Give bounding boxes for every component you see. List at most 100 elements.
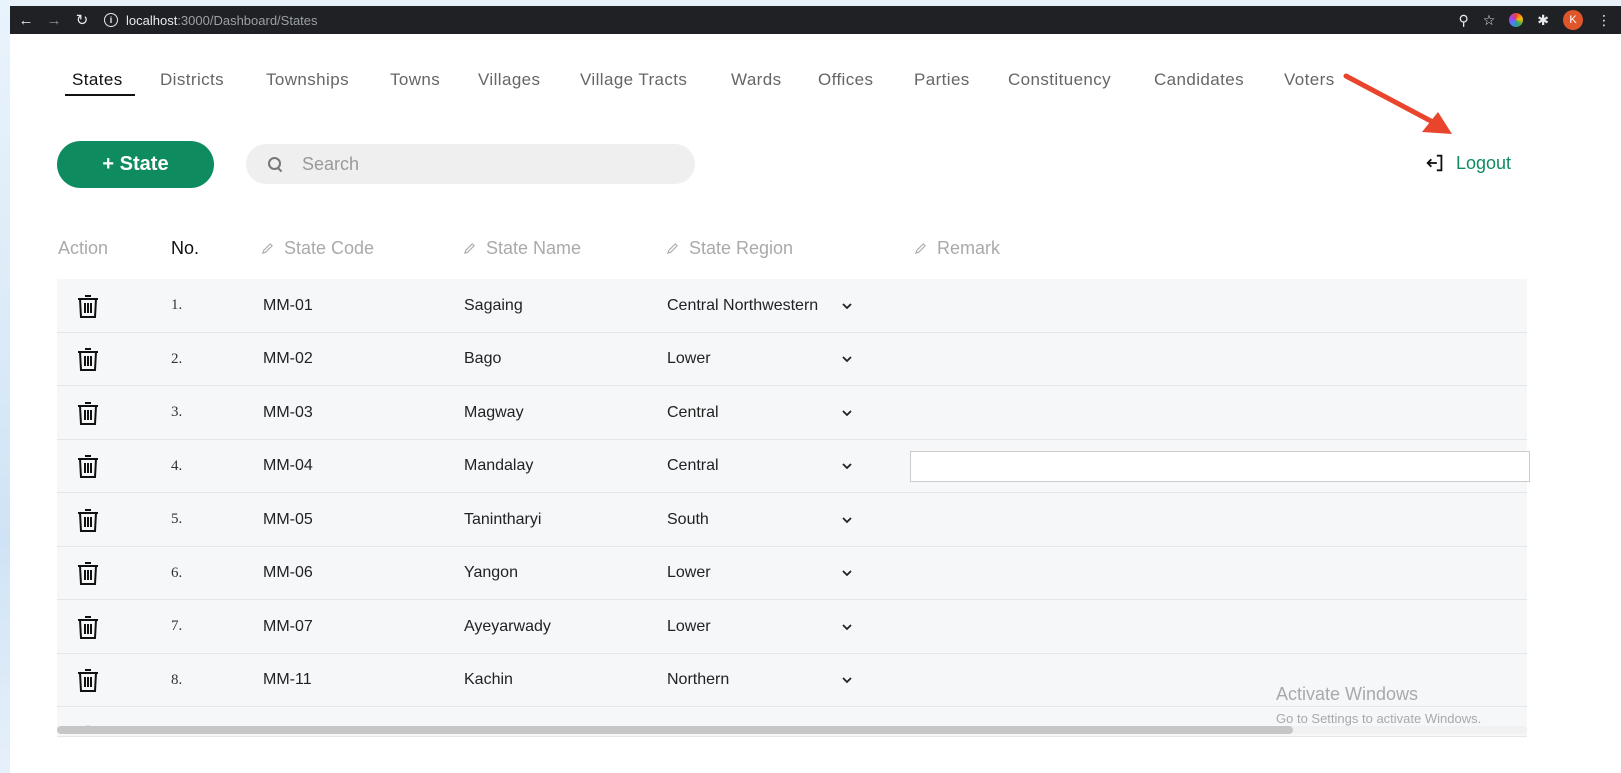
chevron-down-icon[interactable] [841, 654, 853, 707]
reload-icon[interactable]: ↻ [70, 8, 94, 32]
back-arrow-icon[interactable]: ← [14, 8, 38, 32]
state-code-cell[interactable]: MM-04 [263, 440, 313, 493]
header-state-region[interactable]: State Region [666, 238, 793, 259]
remark-input[interactable] [910, 450, 1530, 482]
header-state-code[interactable]: State Code [261, 238, 374, 259]
state-name-cell[interactable]: Sagaing [464, 279, 523, 332]
page-right-margin [1568, 34, 1621, 773]
state-region-select[interactable]: Central [667, 386, 719, 439]
delete-button[interactable] [76, 279, 100, 332]
chevron-down-icon[interactable] [841, 440, 853, 493]
address-bar[interactable]: i localhost:3000/Dashboard/States [104, 9, 318, 31]
delete-button[interactable] [76, 440, 100, 493]
tab-parties[interactable]: Parties [914, 70, 970, 90]
horizontal-scrollbar-thumb[interactable] [57, 726, 1293, 734]
state-region-select[interactable]: Northern [667, 654, 729, 707]
header-remark[interactable]: Remark [914, 238, 1000, 259]
delete-button[interactable] [76, 600, 100, 653]
header-no: No. [171, 238, 199, 259]
browser-menu-icon[interactable]: ⋮ [1597, 12, 1611, 29]
state-code-cell[interactable]: MM-01 [263, 279, 313, 332]
edit-pencil-icon [666, 243, 678, 255]
header-state-name[interactable]: State Name [463, 238, 581, 259]
search-input[interactable] [302, 153, 662, 175]
state-name-cell[interactable]: Yangon [464, 547, 518, 600]
state-code-cell[interactable]: MM-06 [263, 547, 313, 600]
state-name-cell[interactable]: Ayeyarwady [464, 600, 551, 653]
state-name-cell[interactable]: Tanintharyi [464, 493, 541, 546]
tab-offices[interactable]: Offices [818, 70, 873, 90]
header-state-code-label: State Code [284, 238, 375, 258]
tab-constituency[interactable]: Constituency [1008, 70, 1111, 90]
url-host: localhost [126, 12, 178, 28]
tab-bar: States Districts Townships Towns Village… [10, 34, 1568, 124]
trash-icon [78, 508, 98, 532]
chevron-down-icon[interactable] [841, 547, 853, 600]
state-code-cell[interactable]: MM-02 [263, 333, 313, 386]
profile-avatar[interactable]: K [1563, 10, 1583, 30]
state-region-select[interactable]: Lower [667, 547, 711, 600]
table-row: 1. MM-01 Sagaing Central Northwestern [57, 279, 1527, 333]
tab-towns[interactable]: Towns [390, 70, 440, 90]
trash-icon [78, 562, 98, 585]
row-number: 8. [171, 671, 183, 688]
delete-button[interactable] [76, 654, 100, 707]
table-row: 4. MM-04 Mandalay Central [57, 439, 1530, 493]
bookmark-star-icon[interactable]: ☆ [1483, 12, 1496, 29]
watermark-subtitle: Go to Settings to activate Windows. [1276, 711, 1482, 726]
trash-icon [78, 348, 98, 371]
state-name-cell[interactable]: Magway [464, 386, 524, 439]
header-remark-label: Remark [937, 238, 1001, 258]
zoom-icon[interactable]: ⚲ [1458, 12, 1468, 29]
header-state-region-label: State Region [689, 238, 794, 258]
state-name-cell[interactable]: Mandalay [464, 440, 533, 493]
trash-icon [78, 615, 98, 639]
state-region-select[interactable]: Lower [667, 333, 711, 386]
state-code-cell[interactable]: MM-03 [263, 386, 313, 439]
state-name-cell[interactable]: Bago [464, 333, 501, 386]
chevron-down-icon[interactable] [841, 279, 853, 332]
delete-button[interactable] [76, 547, 100, 600]
row-number: 4. [171, 457, 183, 474]
row-number: 1. [171, 297, 183, 313]
tab-wards[interactable]: Wards [731, 70, 782, 90]
search-box[interactable] [246, 144, 695, 184]
site-info-icon[interactable]: i [104, 13, 118, 27]
header-state-name-label: State Name [486, 238, 582, 258]
chevron-down-icon[interactable] [841, 600, 853, 653]
logout-icon [1426, 154, 1443, 172]
state-region-select[interactable]: Central Northwestern [667, 279, 818, 332]
tab-village-tracts[interactable]: Village Tracts [580, 70, 687, 90]
state-code-cell[interactable]: MM-11 [263, 654, 312, 707]
trash-icon [78, 455, 98, 478]
tab-villages[interactable]: Villages [478, 70, 540, 90]
extensions-puzzle-icon[interactable]: ✱ [1537, 12, 1549, 29]
trash-icon [78, 401, 98, 425]
tab-candidates[interactable]: Candidates [1154, 70, 1244, 90]
tab-states[interactable]: States [72, 70, 123, 90]
delete-button[interactable] [76, 333, 100, 386]
state-name-cell[interactable]: Kachin [464, 654, 513, 707]
dashboard-page: States Districts Townships Towns Village… [10, 34, 1568, 773]
row-number: 5. [171, 511, 183, 527]
table-row: 7. MM-07 Ayeyarwady Lower [57, 600, 1527, 654]
state-code-cell[interactable]: MM-05 [263, 493, 313, 546]
forward-arrow-icon[interactable]: → [42, 8, 66, 32]
chevron-down-icon[interactable] [841, 333, 853, 386]
state-region-select[interactable]: Central [667, 440, 719, 493]
chevron-down-icon[interactable] [841, 386, 853, 439]
color-extension-icon[interactable] [1509, 13, 1524, 27]
state-region-select[interactable]: Lower [667, 600, 711, 653]
logout-button[interactable]: Logout [1424, 152, 1511, 174]
state-code-cell[interactable]: MM-07 [263, 600, 313, 653]
tab-districts[interactable]: Districts [160, 70, 224, 90]
activate-windows-watermark: Activate Windows Go to Settings to activ… [1276, 684, 1481, 726]
state-region-select[interactable]: South [667, 493, 709, 546]
delete-button[interactable] [76, 493, 100, 546]
chevron-down-icon[interactable] [841, 493, 853, 546]
tab-voters[interactable]: Voters [1284, 70, 1335, 90]
add-state-button[interactable]: + State [57, 141, 214, 188]
delete-button[interactable] [76, 386, 100, 439]
tab-townships[interactable]: Townships [266, 70, 349, 90]
row-number: 7. [171, 618, 183, 634]
